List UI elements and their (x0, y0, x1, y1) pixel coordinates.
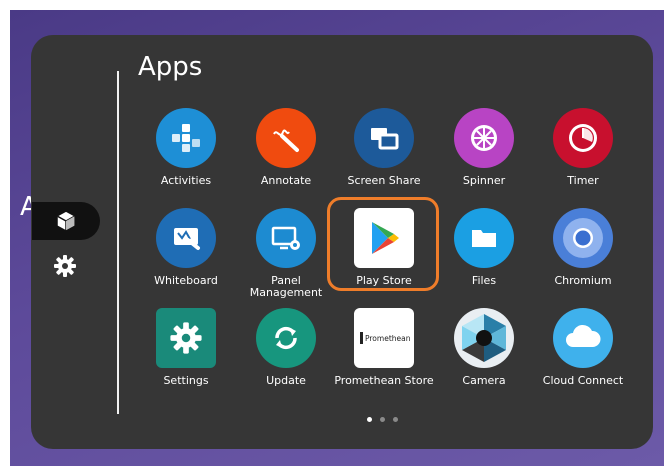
app-label: Promethean Store (334, 374, 434, 387)
app-label: Timer (567, 174, 599, 187)
launcher-divider (117, 71, 119, 414)
apps-cube-icon (57, 211, 75, 231)
app-label: Chromium (554, 274, 612, 287)
app-label: Screen Share (347, 174, 421, 187)
app-label: Update (266, 374, 306, 387)
annotate-icon (256, 108, 316, 168)
app-screen-share[interactable]: Screen Share (334, 108, 434, 187)
promethean-store-icon: Promethean (354, 308, 414, 368)
camera-icon (454, 308, 514, 368)
panel-management-icon (256, 208, 316, 268)
cloud-connect-icon (553, 308, 613, 368)
app-label: Files (471, 274, 497, 287)
sidebar-settings-button[interactable] (52, 253, 78, 279)
app-cloud-connect[interactable]: Cloud Connect (533, 308, 633, 387)
timer-icon (553, 108, 613, 168)
spinner-icon (454, 108, 514, 168)
chromium-icon (553, 208, 613, 268)
app-activities[interactable]: Activities (136, 108, 236, 187)
app-update[interactable]: Update (236, 308, 336, 387)
whiteboard-icon (156, 208, 216, 268)
app-label: Settings (163, 374, 209, 387)
screen-share-icon (354, 108, 414, 168)
app-label: Spinner (462, 174, 506, 187)
launcher-title: Apps (138, 52, 203, 82)
app-label: Cloud Connect (542, 374, 624, 387)
page-dot-active[interactable] (367, 417, 372, 422)
app-panel-management[interactable]: Panel Management (236, 208, 336, 299)
page-dot[interactable] (380, 417, 385, 422)
gear-icon (54, 255, 76, 277)
app-files[interactable]: Files (434, 208, 534, 287)
app-timer[interactable]: Timer (533, 108, 633, 187)
page-indicator (367, 417, 398, 422)
app-label: Camera (462, 374, 506, 387)
app-spinner[interactable]: Spinner (434, 108, 534, 187)
app-label: Whiteboard (154, 274, 218, 287)
app-annotate[interactable]: Annotate (236, 108, 336, 187)
promethean-logo-text: Promethean (365, 334, 410, 343)
app-whiteboard[interactable]: Whiteboard (136, 208, 236, 287)
update-icon (256, 308, 316, 368)
play-store-highlight-frame (327, 197, 439, 291)
app-settings[interactable]: Settings (136, 308, 236, 387)
app-camera[interactable]: Camera (434, 308, 534, 387)
page-dot[interactable] (393, 417, 398, 422)
sidebar-apps-tab[interactable] (32, 202, 100, 240)
app-label: Panel Management (249, 274, 323, 299)
files-icon (454, 208, 514, 268)
app-label: Activities (160, 174, 212, 187)
settings-icon (156, 308, 216, 368)
app-chromium[interactable]: Chromium (533, 208, 633, 287)
app-label: Annotate (260, 174, 312, 187)
app-promethean-store[interactable]: Promethean Promethean Store (334, 308, 434, 387)
activities-icon (156, 108, 216, 168)
